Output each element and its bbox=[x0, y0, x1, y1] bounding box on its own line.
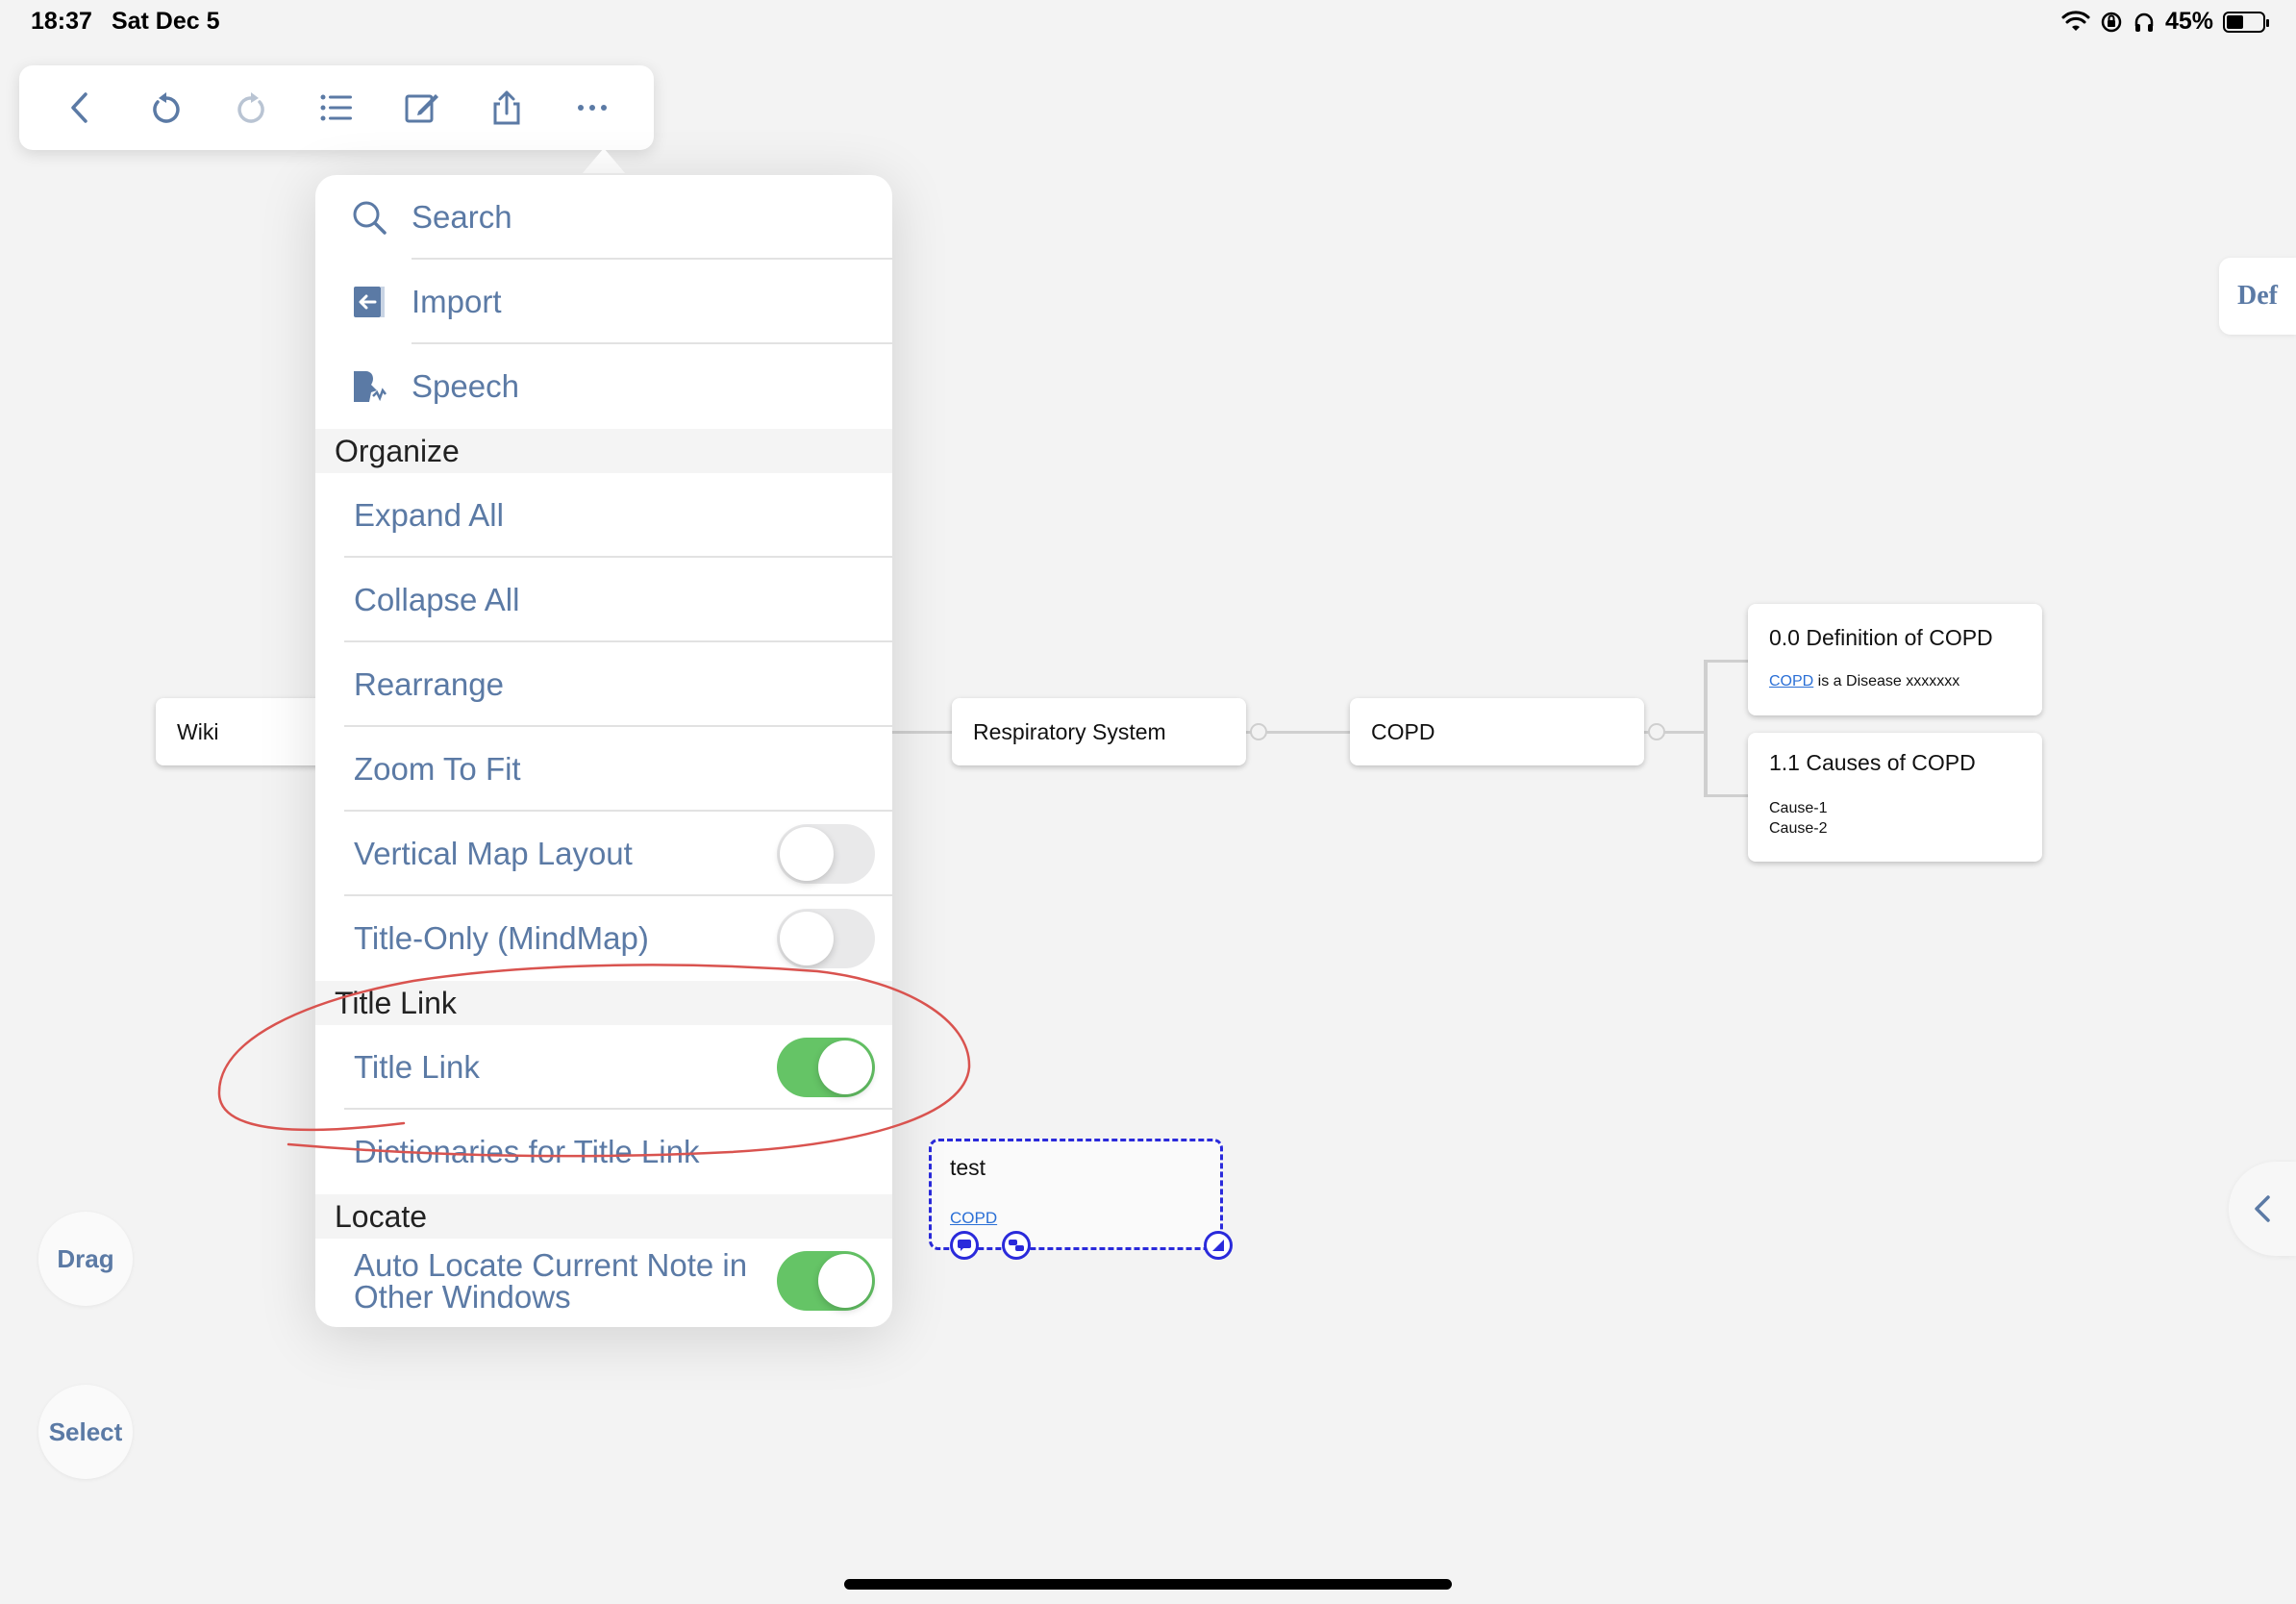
menu-item-label: Auto Locate Current Note in Other Window… bbox=[354, 1247, 748, 1315]
connect-icon bbox=[1009, 1240, 1024, 1251]
node-copd[interactable]: COPD bbox=[1350, 698, 1644, 765]
menu-item-label: Dictionaries for Title Link bbox=[354, 1134, 700, 1169]
share-icon bbox=[493, 90, 520, 125]
edit-icon bbox=[405, 94, 438, 123]
edit-button[interactable] bbox=[393, 79, 451, 137]
node-title: test bbox=[950, 1155, 986, 1180]
node-title: Respiratory System bbox=[973, 719, 1166, 744]
select-button[interactable]: Select bbox=[38, 1385, 133, 1479]
node-body-cause-2: Cause-2 bbox=[1769, 820, 1828, 837]
menu-item-search[interactable]: Search bbox=[315, 175, 892, 260]
connector-line bbox=[1704, 794, 1748, 797]
search-icon bbox=[344, 198, 394, 237]
chevron-left-icon bbox=[2255, 1195, 2270, 1222]
node-title: 0.0 Definition of COPD bbox=[1769, 625, 1993, 650]
connector-dot[interactable] bbox=[1250, 723, 1267, 740]
popover-arrow bbox=[583, 148, 625, 173]
import-icon bbox=[344, 283, 394, 321]
dictionary-button[interactable]: Def bbox=[2219, 258, 2296, 335]
resize-icon bbox=[1212, 1240, 1224, 1251]
speech-icon bbox=[344, 367, 394, 406]
node-body-text: is a Disease xxxxxxx bbox=[1813, 673, 1960, 689]
list-icon bbox=[320, 94, 352, 121]
menu-item-label: Title-Only (MindMap) bbox=[354, 920, 649, 956]
section-header-locate: Locate bbox=[315, 1194, 892, 1239]
menu-item-collapse-all[interactable]: Collapse All bbox=[315, 558, 892, 642]
battery-icon bbox=[2223, 11, 2269, 33]
resize-handle[interactable] bbox=[1204, 1231, 1233, 1260]
connector-line bbox=[892, 731, 952, 734]
title-link[interactable]: COPD bbox=[1769, 673, 1813, 689]
menu-item-label: Expand All bbox=[354, 497, 504, 533]
status-date: Sat Dec 5 bbox=[111, 8, 220, 35]
menu-item-label: Vertical Map Layout bbox=[354, 836, 633, 871]
mindmap-screen: 18:37 Sat Dec 5 45% Wiki Respiratory Sys… bbox=[0, 0, 2296, 1604]
status-indicators: 45% bbox=[2061, 8, 2269, 36]
node-respiratory-system[interactable]: Respiratory System bbox=[952, 698, 1246, 765]
menu-item-vertical-map-layout: Vertical Map Layout bbox=[315, 812, 892, 896]
more-menu-popover: Search Import Speech Organize Expand All… bbox=[315, 175, 892, 1327]
title-only-toggle[interactable] bbox=[777, 909, 875, 968]
connector-line bbox=[1704, 660, 1748, 663]
side-panel-toggle[interactable] bbox=[2229, 1162, 2296, 1256]
menu-item-dictionaries-for-title-link[interactable]: Dictionaries for Title Link bbox=[315, 1110, 892, 1194]
redo-icon bbox=[237, 92, 265, 123]
vertical-map-layout-toggle[interactable] bbox=[777, 824, 875, 884]
status-time-text: 18:37 bbox=[31, 8, 92, 35]
back-button[interactable] bbox=[52, 79, 110, 137]
node-title: COPD bbox=[1371, 719, 1435, 744]
node-causes-of-copd[interactable]: 1.1 Causes of COPD Cause-1 Cause-2 bbox=[1748, 733, 2042, 862]
more-icon bbox=[577, 105, 607, 111]
node-body-cause-1: Cause-1 bbox=[1769, 800, 1828, 816]
undo-icon bbox=[153, 92, 180, 123]
menu-item-label: Speech bbox=[412, 368, 519, 404]
menu-item-label: Rearrange bbox=[354, 666, 504, 702]
more-button[interactable] bbox=[563, 79, 621, 137]
menu-item-label: Search bbox=[412, 199, 512, 235]
menu-item-label: Title Link bbox=[354, 1049, 480, 1085]
outline-button[interactable] bbox=[308, 79, 365, 137]
menu-item-title-link: Title Link bbox=[315, 1025, 892, 1110]
title-link-toggle[interactable] bbox=[777, 1038, 875, 1097]
menu-item-label: Zoom To Fit bbox=[354, 751, 521, 787]
back-icon bbox=[71, 92, 88, 123]
menu-item-import[interactable]: Import bbox=[315, 260, 892, 344]
link-handle[interactable] bbox=[1002, 1231, 1031, 1260]
node-body: COPD is a Disease xxxxxxx bbox=[1769, 673, 1959, 690]
home-indicator bbox=[844, 1579, 1452, 1590]
menu-item-label: Collapse All bbox=[354, 582, 520, 617]
menu-item-label: Import bbox=[412, 284, 502, 319]
section-header-title-link: Title Link bbox=[315, 981, 892, 1025]
share-button[interactable] bbox=[478, 79, 536, 137]
menu-item-auto-locate: Auto Locate Current Note in Other Window… bbox=[315, 1239, 892, 1323]
battery-percent: 45% bbox=[2164, 8, 2213, 35]
note-handle[interactable] bbox=[950, 1231, 979, 1260]
menu-item-zoom-to-fit[interactable]: Zoom To Fit bbox=[315, 727, 892, 812]
auto-locate-toggle[interactable] bbox=[777, 1251, 875, 1311]
node-title: 1.1 Causes of COPD bbox=[1769, 750, 1976, 775]
comment-icon bbox=[958, 1240, 971, 1251]
menu-item-speech[interactable]: Speech bbox=[315, 344, 892, 429]
headphones-icon bbox=[2134, 13, 2154, 32]
menu-item-expand-all[interactable]: Expand All bbox=[315, 473, 892, 558]
menu-item-title-only: Title-Only (MindMap) bbox=[315, 896, 892, 981]
connector-line bbox=[1704, 660, 1708, 796]
redo-button[interactable] bbox=[222, 79, 280, 137]
status-time: 18:37 Sat Dec 5 bbox=[31, 8, 220, 36]
orientation-lock-icon bbox=[2101, 12, 2122, 32]
undo-button[interactable] bbox=[137, 79, 195, 137]
drag-button[interactable]: Drag bbox=[38, 1212, 133, 1306]
connector-dot[interactable] bbox=[1648, 723, 1665, 740]
wifi-icon bbox=[2061, 10, 2090, 31]
node-definition-of-copd[interactable]: 0.0 Definition of COPD COPD is a Disease… bbox=[1748, 604, 2042, 715]
section-header-organize: Organize bbox=[315, 429, 892, 473]
main-toolbar bbox=[19, 65, 654, 150]
title-link[interactable]: COPD bbox=[950, 1209, 997, 1228]
node-title: Wiki bbox=[177, 719, 219, 744]
menu-item-rearrange[interactable]: Rearrange bbox=[315, 642, 892, 727]
